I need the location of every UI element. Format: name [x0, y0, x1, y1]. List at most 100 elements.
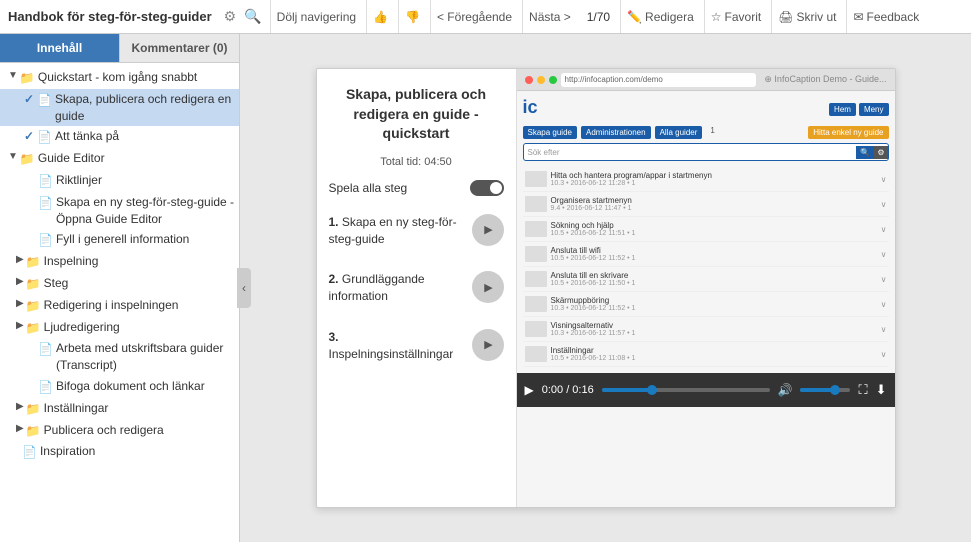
tab-content[interactable]: Innehåll: [0, 34, 119, 62]
guide-body: Skapa, publicera och redigera en guide -…: [317, 69, 895, 507]
video-progress-track[interactable]: [602, 388, 770, 392]
folder-icon: 📁: [26, 254, 41, 271]
mock-new-guide-btn: Hitta enkel ny guide: [808, 126, 888, 139]
search-button[interactable]: 🔍: [240, 6, 265, 27]
step-play-button-1[interactable]: [472, 214, 504, 246]
sidebar-item-redigering[interactable]: ▶ 📁 Redigering i inspelningen: [0, 295, 239, 317]
mock-logo: ic: [523, 97, 538, 118]
sidebar-item-arbeta-utskriftsbara[interactable]: 📄 Arbeta med utskriftsbara guider (Trans…: [0, 338, 239, 376]
sidebar-item-riktlinjer[interactable]: 📄 Riktlinjer: [0, 170, 239, 192]
step-play-button-3[interactable]: [472, 329, 504, 361]
tab-comments[interactable]: Kommentarer (0): [119, 34, 239, 62]
page-icon: 📄: [38, 173, 53, 190]
expand-arrow[interactable]: ▶: [16, 400, 24, 414]
sidebar-item-label: Att tänka på: [55, 128, 235, 145]
sidebar-item-label: Skapa, publicera och redigera en guide: [55, 91, 235, 125]
play-all-toggle[interactable]: [470, 180, 504, 196]
expand-arrow[interactable]: ▶: [16, 319, 24, 333]
feedback-button[interactable]: ✉ Feedback: [846, 0, 925, 33]
expand-arrow[interactable]: ▶: [16, 422, 24, 436]
sidebar-item-installningar[interactable]: ▶ 📁 Inställningar: [0, 398, 239, 420]
sidebar-item-inspelning[interactable]: ▶ 📁 Inspelning: [0, 251, 239, 273]
play-all-label: Spela alla steg: [329, 181, 408, 195]
mock-chevron-icon: ∨: [881, 350, 887, 359]
video-time: 0:00 / 0:16: [542, 384, 594, 396]
guide-right-panel: http://infocaption.com/demo ⊕ InfoCaptio…: [517, 69, 895, 507]
folder-icon: 📁: [20, 151, 35, 168]
mock-nav-label: 1: [710, 126, 714, 139]
mock-thumbnail: [525, 296, 547, 312]
expand-arrow[interactable]: ▶: [16, 297, 24, 311]
edit-button[interactable]: ✏️ Redigera: [620, 0, 700, 33]
page-icon: 📄: [37, 129, 52, 146]
mock-app-content: ic Hem Meny Skapa guide Administrati: [517, 91, 895, 373]
expand-arrow[interactable]: ▶: [16, 253, 24, 267]
mock-thumbnail: [525, 321, 547, 337]
expand-arrow[interactable]: ▶: [16, 275, 24, 289]
mock-item-text: Hitta och hantera program/appar i startm…: [551, 171, 877, 187]
page-icon: 📄: [38, 341, 53, 358]
mock-thumbnail: [525, 171, 547, 187]
mock-thumbnail: [525, 221, 547, 237]
mock-search-input: Sök efter: [524, 148, 857, 157]
print-button[interactable]: 🖨 Skriv ut: [771, 0, 842, 33]
sidebar-item-att-tanka-pa[interactable]: ✓ 📄 Att tänka på: [0, 126, 239, 148]
volume-track[interactable]: [800, 388, 850, 392]
thumbs-down-button[interactable]: 👎: [398, 0, 426, 33]
folder-icon: 📁: [20, 70, 35, 87]
mock-item-title: Hitta och hantera program/appar i startm…: [551, 171, 877, 180]
mock-close-dot: [525, 76, 533, 84]
sidebar-item-publicera[interactable]: ▶ 📁 Publicera och redigera: [0, 420, 239, 442]
mock-item-title: Visningsalternativ: [551, 321, 877, 330]
expand-arrow[interactable]: ▼: [8, 150, 18, 164]
mock-item-meta: 10.5 • 2016-06-12 11:52 • 1: [551, 255, 877, 262]
main-layout: Innehåll Kommentarer (0) ▼ 📁 Quickstart …: [0, 34, 971, 542]
mail-icon: ✉: [853, 10, 863, 24]
sidebar-item-label: Redigering i inspelningen: [44, 297, 235, 314]
step-label-2: 2. Grundläggande information: [329, 271, 464, 305]
mock-item-meta: 9.4 • 2016-06-12 11:47 • 1: [551, 205, 877, 212]
sidebar-item-steg[interactable]: ▶ 📁 Steg: [0, 273, 239, 295]
step-item-3: 3. Inspelningsinställningar: [329, 323, 504, 369]
sidebar-item-bifoga[interactable]: 📄 Bifoga dokument och länkar: [0, 376, 239, 398]
mock-item-title: Skärmuppböring: [551, 296, 877, 305]
sidebar-item-fyll-info[interactable]: 📄 Fyll i generell information: [0, 229, 239, 251]
fullscreen-icon[interactable]: ⛶: [858, 382, 867, 398]
guide-total-time: Total tid: 04:50: [329, 156, 504, 168]
video-play-button[interactable]: ▶: [525, 383, 534, 397]
sidebar-item-guide-editor[interactable]: ▼ 📁 Guide Editor: [0, 148, 239, 170]
sidebar-item-label: Ljudredigering: [44, 319, 235, 336]
step-play-button-2[interactable]: [472, 271, 504, 303]
mock-nav-guider: Alla guider: [655, 126, 703, 139]
download-icon[interactable]: ⬇: [876, 382, 887, 398]
mock-list-item: Organisera startmenyn 9.4 • 2016-06-12 1…: [523, 192, 889, 217]
sidebar-item-label: Fyll i generell information: [56, 231, 235, 248]
sidebar-item-skapa-guide[interactable]: ✓ 📄 Skapa, publicera och redigera en gui…: [0, 89, 239, 127]
mock-chevron-icon: ∨: [881, 300, 887, 309]
check-icon: ✓: [24, 91, 34, 108]
sidebar-item-label: Bifoga dokument och länkar: [56, 378, 235, 395]
sidebar-item-label: Riktlinjer: [56, 172, 235, 189]
expand-arrow[interactable]: ▼: [8, 69, 18, 83]
next-button[interactable]: Nästa >: [522, 0, 577, 33]
mock-list-item: Sökning och hjälp 10.5 • 2016-06-12 11:5…: [523, 217, 889, 242]
volume-icon[interactable]: 🔊: [778, 383, 793, 397]
mock-list-item: Hitta och hantera program/appar i startm…: [523, 167, 889, 192]
collapse-sidebar-button[interactable]: ‹: [237, 268, 251, 308]
favorite-button[interactable]: ☆ Favorit: [704, 0, 767, 33]
prev-button[interactable]: < Föregående: [430, 0, 518, 33]
folder-icon: 📁: [26, 320, 41, 337]
page-icon: 📄: [37, 92, 52, 109]
page-icon: 📄: [22, 444, 37, 461]
thumbs-up-button[interactable]: 👍: [366, 0, 394, 33]
guide-left-panel: Skapa, publicera och redigera en guide -…: [317, 69, 517, 507]
sidebar-item-skapa-ny[interactable]: 📄 Skapa en ny steg-för-steg-guide - Öppn…: [0, 192, 239, 230]
sidebar-item-inspiration[interactable]: 📄 Inspiration: [0, 441, 239, 463]
settings-icon: ⚙: [224, 8, 237, 25]
mock-item-title: Inställningar: [551, 346, 877, 355]
hide-nav-button[interactable]: Dölj navigering: [270, 0, 362, 33]
sidebar-item-quickstart[interactable]: ▼ 📁 Quickstart - kom igång snabbt: [0, 67, 239, 89]
mock-list-item: Inställningar 10.5 • 2016-06-12 11:08 • …: [523, 342, 889, 367]
sidebar-item-ljudredigering[interactable]: ▶ 📁 Ljudredigering: [0, 317, 239, 339]
sidebar-item-label: Arbeta med utskriftsbara guider (Transcr…: [56, 340, 235, 374]
